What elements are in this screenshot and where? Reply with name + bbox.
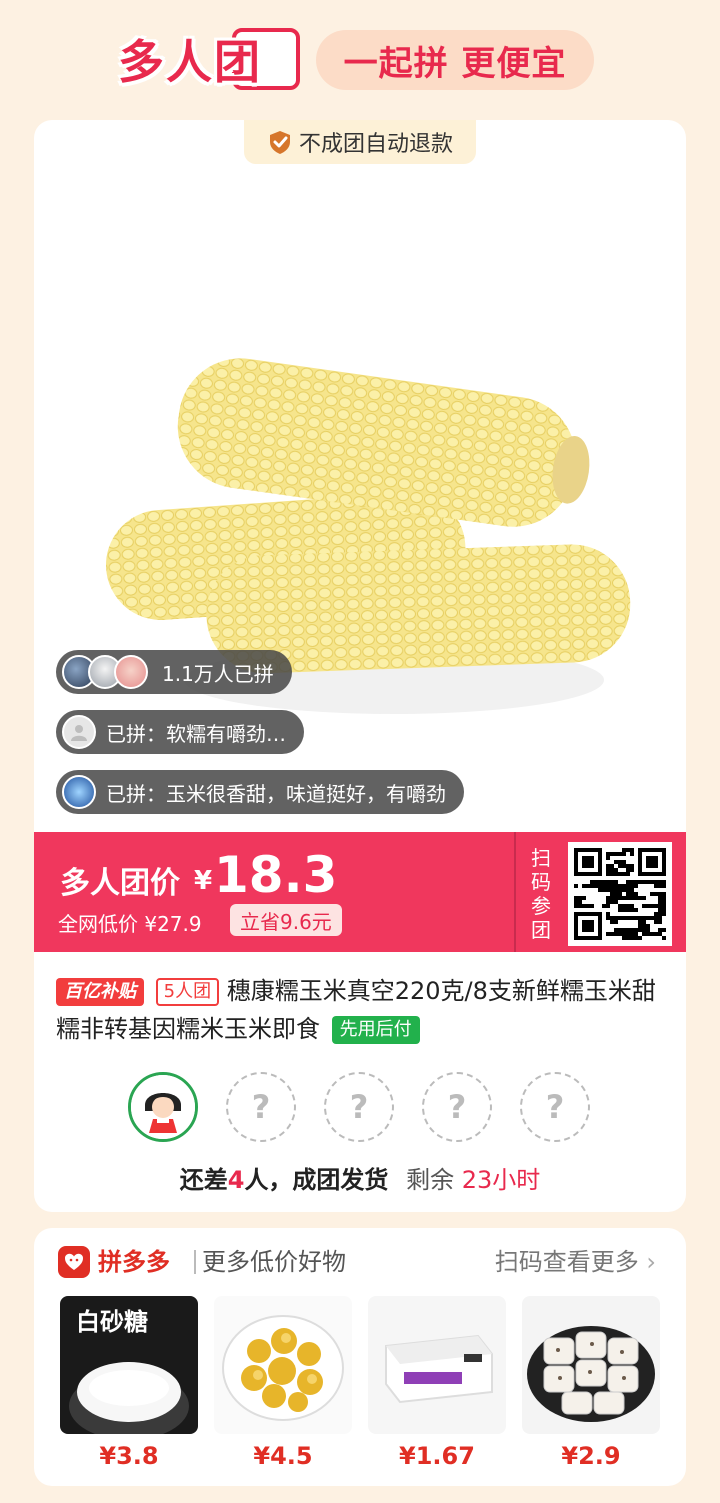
product-thumbnail [214, 1296, 352, 1434]
recommend-subtitle: 更多低价好物 [202, 1248, 346, 1276]
header: 多人团 一起拼 更便宜 [0, 0, 720, 110]
recommend-item[interactable]: ¥4.5 [214, 1296, 352, 1470]
avatar [62, 715, 96, 749]
scan-more-link[interactable]: 扫码查看更多 › [495, 1246, 656, 1278]
need-suffix: 人，成团发货 [244, 1166, 389, 1194]
product-thumbnail [368, 1296, 506, 1434]
subsidy-tag: 百亿补贴 [56, 978, 144, 1006]
group-price-value: 18.3 [214, 846, 338, 904]
group-card: 不成团自动退款 1.1万人已拼 已拼：软糯有嚼劲… 已拼：玉米很香甜，味道挺好，… [34, 120, 686, 1212]
recommend-price: ¥1.67 [399, 1442, 475, 1470]
pinduoduo-logo-icon [58, 1246, 90, 1278]
group-price-label: 多人团价 [60, 866, 180, 901]
divider [194, 1250, 196, 1274]
sugar-bowl-icon [69, 1362, 189, 1434]
rock-sugar-icon [222, 1315, 344, 1421]
avatar [62, 775, 96, 809]
brand-title: 多人团 [118, 26, 262, 92]
remaining-label: 剩余 [406, 1166, 455, 1194]
brand-title-text: 多人团 [118, 35, 262, 89]
review-pill: 已拼：软糯有嚼劲… [56, 710, 304, 754]
recommend-price: ¥3.8 [99, 1442, 159, 1470]
refund-badge-text: 不成团自动退款 [298, 132, 453, 157]
empty-slot: ? [520, 1072, 590, 1142]
group-size-tag: 5人团 [155, 978, 220, 1006]
recommend-price: ¥2.9 [561, 1442, 621, 1470]
remaining-time: 23小时 [461, 1166, 541, 1194]
pinduoduo-brand: 拼多多 [98, 1248, 170, 1276]
chevron-right-icon: › [646, 1248, 656, 1276]
currency-symbol: ¥ [194, 866, 213, 896]
buyers-count-text: 1.1万人已拼 [162, 661, 274, 686]
avatar [114, 655, 148, 689]
scan-to-join-label: 扫码参团 [531, 846, 551, 942]
heart-bag-icon [65, 1253, 83, 1270]
empty-slot: ? [226, 1072, 296, 1142]
tissue-pack-icon [385, 1334, 493, 1404]
product-title[interactable]: 百亿补贴 5人团 穗康糯玉米真空220克/8支新鲜糯玉米甜糯非转基因糯米玉米即食… [56, 972, 668, 1048]
empty-slot: ? [422, 1072, 492, 1142]
recommend-item[interactable]: ¥2.9 [522, 1296, 660, 1470]
girl-avatar-icon [131, 1075, 195, 1139]
recommend-price: ¥4.5 [253, 1442, 313, 1470]
group-status: 还差4人，成团发货 剩余 23小时 [34, 1160, 686, 1195]
rice-cake-icon [527, 1326, 655, 1422]
refund-badge: 不成团自动退款 [244, 120, 476, 164]
pay-later-tag: 先用后付 [331, 1016, 420, 1044]
review-text: 已拼：玉米很香甜，味道挺好，有嚼劲 [106, 781, 446, 806]
qr-code[interactable] [568, 842, 672, 946]
product-thumbnail [522, 1296, 660, 1434]
slogan-pill: 一起拼 更便宜 [316, 30, 594, 90]
need-prefix: 还差 [179, 1166, 228, 1194]
review-text: 已拼：软糯有嚼劲… [106, 721, 286, 746]
shield-check-icon [269, 131, 290, 154]
user-icon [71, 725, 87, 741]
recommend-item[interactable]: ¥1.67 [368, 1296, 506, 1470]
save-amount-tag: 立省9.6元 [230, 904, 342, 936]
recommend-item[interactable]: 白砂糖 ¥3.8 [60, 1296, 198, 1470]
recommendation-card: 拼多多 更多低价好物 扫码查看更多 › 白砂糖 ¥3.8 ¥4.5 ¥1.67 … [34, 1228, 686, 1486]
buyer-avatars [62, 655, 152, 689]
participant-slots: ? ? ? ? [128, 1070, 598, 1144]
product-thumbnail: 白砂糖 [60, 1296, 198, 1434]
divider [514, 832, 516, 952]
buyers-count-pill: 1.1万人已拼 [56, 650, 292, 694]
scan-more-text: 扫码查看更多 [494, 1248, 639, 1276]
price-banner: 多人团价 ¥ 18.3 全网低价 ¥27.9 立省9.6元 扫码参团 [34, 832, 686, 952]
qr-code-icon [574, 848, 666, 940]
review-pill: 已拼：玉米很香甜，味道挺好，有嚼劲 [56, 770, 464, 814]
leader-avatar [128, 1072, 198, 1142]
empty-slot: ? [324, 1072, 394, 1142]
need-count: 4 [227, 1166, 245, 1194]
original-price: 全网低价 ¥27.9 [58, 912, 202, 936]
